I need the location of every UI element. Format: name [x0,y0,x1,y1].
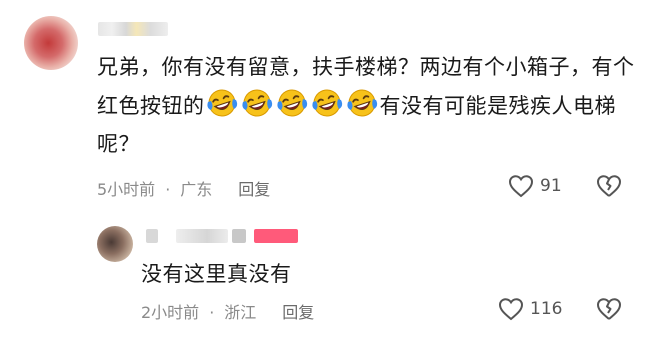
meta-separator: · [209,303,215,322]
broken-heart-icon [597,175,622,197]
comment-time: 5小时前 [97,180,156,199]
comment-location: 广东 [180,180,213,199]
reply-badge-blurred[interactable] [254,229,298,243]
like-button[interactable]: 116 [498,297,562,321]
reply-time: 2小时前 [141,303,200,322]
reply-name-blurred[interactable] [176,229,228,243]
like-count: 116 [530,299,563,319]
reply-name-blurred[interactable] [232,229,246,243]
laughing-crying-emoji [311,89,342,117]
dislike-button[interactable] [596,297,622,325]
reply-button[interactable]: 回复 [238,180,270,199]
broken-heart-icon [597,298,622,320]
comment-meta: 5小时前 · 广东 回复 [97,176,270,200]
laughing-crying-emoji [206,89,237,117]
reply-avatar[interactable] [97,226,133,262]
laughing-crying-emoji [346,89,377,117]
laughing-crying-emoji [276,89,307,117]
meta-separator: · [165,180,171,199]
reply-location: 浙江 [224,303,257,322]
reply-name-blurred[interactable] [146,229,158,243]
like-count: 91 [540,176,562,196]
reply-meta: 2小时前 · 浙江 回复 [141,299,314,323]
like-button[interactable]: 91 [508,174,562,198]
heart-outline-icon [508,175,534,198]
reply-button[interactable]: 回复 [282,303,314,322]
dislike-button[interactable] [596,174,622,202]
reply-text: 没有这里真没有 [141,262,292,286]
commenter-name-blurred[interactable] [98,22,168,36]
laughing-crying-emoji [241,89,272,117]
commenter-avatar[interactable] [24,16,78,70]
comment-text: 兄弟，你有没有留意，扶手楼梯？两边有个小箱子，有个红色按钮的 有没有可能是残疾人电… [97,48,637,163]
emoji-row [205,89,380,118]
heart-outline-icon [498,298,524,321]
